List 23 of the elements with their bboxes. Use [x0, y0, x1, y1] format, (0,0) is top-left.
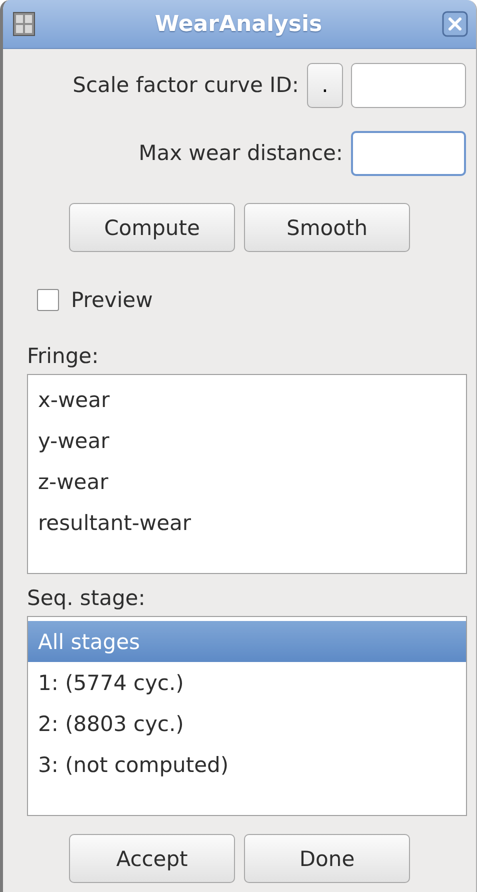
field-label: Max wear distance:: [138, 141, 343, 165]
section-label: Seq. stage:: [27, 586, 146, 610]
close-icon[interactable]: [442, 11, 468, 37]
dialog-button[interactable]: Done: [244, 834, 410, 883]
list-item[interactable]: z-wear: [28, 461, 466, 502]
app-icon: [13, 12, 35, 36]
action-button[interactable]: Compute: [69, 203, 235, 252]
input-field[interactable]: [351, 130, 466, 176]
list-item[interactable]: y-wear: [28, 420, 466, 461]
list-item[interactable]: 2: (8803 cyc.): [28, 703, 466, 744]
checkbox-label: Preview: [71, 288, 153, 312]
list-item[interactable]: 3: (not computed): [28, 744, 466, 785]
window-title: WearAnalysis: [154, 12, 324, 36]
field-label: Scale factor curve ID:: [72, 73, 299, 97]
section-label: Fringe:: [27, 344, 100, 368]
dialog-button[interactable]: Accept: [69, 834, 235, 883]
checkbox[interactable]: [37, 289, 59, 311]
list-item[interactable]: 1: (5774 cyc.): [28, 662, 466, 703]
input-field[interactable]: [351, 62, 466, 108]
pick-button[interactable]: .: [307, 62, 343, 108]
action-button[interactable]: Smooth: [244, 203, 410, 252]
list-item[interactable]: resultant-wear: [28, 502, 466, 543]
list-item[interactable]: x-wear: [28, 379, 466, 420]
